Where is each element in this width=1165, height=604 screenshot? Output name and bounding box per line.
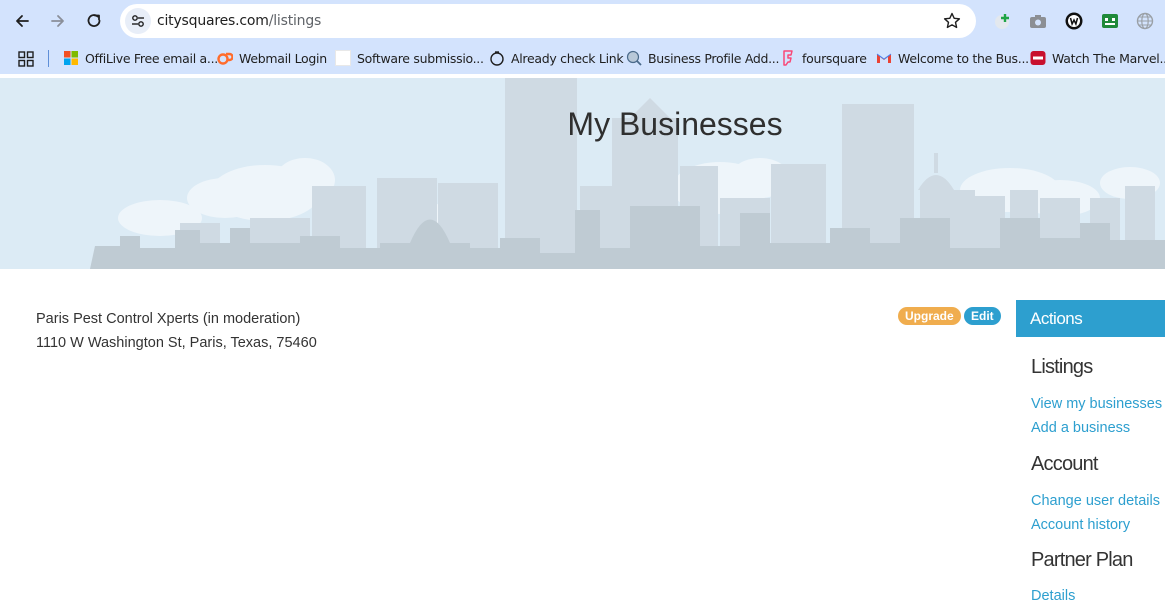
bookmark-watch-marvel[interactable]: Watch The Marvel...	[1030, 49, 1165, 67]
tune-icon	[132, 15, 144, 27]
bookmark-label: foursquare	[802, 50, 867, 66]
url-path: /listings	[268, 13, 322, 29]
bookmark-welcome-bus[interactable]: Welcome to the Bus...	[876, 49, 1029, 67]
bookmark-software-submission[interactable]: Software submissio...	[335, 49, 484, 67]
url-text[interactable]: citysquares.com/listings	[157, 13, 321, 29]
blank-page-icon	[335, 50, 351, 66]
site-info-button[interactable]	[125, 8, 151, 34]
browser-toolbar: citysquares.com/listings	[0, 0, 1165, 42]
extension-button[interactable]	[990, 9, 1014, 33]
bookmark-label: Software submissio...	[357, 50, 484, 66]
green-robot-icon	[1102, 14, 1118, 28]
microsoft-icon	[63, 50, 79, 66]
reload-icon	[87, 14, 101, 27]
add-a-business-link[interactable]: Add a business	[1031, 420, 1130, 436]
globe-icon	[1136, 12, 1154, 30]
url-host: citysquares.com	[157, 13, 269, 29]
arrow-left-icon	[16, 15, 29, 27]
bookmark-label: Business Profile Add...	[648, 50, 780, 66]
screenshot-extension-button[interactable]	[1026, 9, 1050, 33]
cpanel-icon	[217, 50, 233, 66]
page-title: My Businesses	[567, 106, 783, 142]
star-icon	[943, 12, 961, 29]
details-link[interactable]: Details	[1031, 588, 1075, 604]
forward-button[interactable]	[45, 8, 71, 34]
bookmark-webmail-login[interactable]: Webmail Login	[217, 49, 327, 67]
bookmark-label: Webmail Login	[239, 50, 327, 66]
camera-icon	[1030, 15, 1046, 28]
apps-grid-button[interactable]	[18, 51, 34, 72]
apps-grid-icon	[18, 51, 34, 67]
bookmark-business-profile[interactable]: Business Profile Add...	[626, 49, 779, 67]
bookmarks-bar: OffiLive Free email a... Webmail Login S…	[0, 42, 1165, 74]
account-history-link[interactable]: Account history	[1031, 517, 1130, 533]
change-user-details-link[interactable]: Change user details	[1031, 493, 1160, 509]
actions-header: Actions	[1016, 300, 1165, 337]
view-my-businesses-link[interactable]: View my businesses	[1031, 396, 1162, 412]
globe-extension-button[interactable]	[1133, 9, 1157, 33]
bookmark-label: OffiLive Free email a...	[85, 50, 218, 66]
edit-button[interactable]: Edit	[964, 307, 1001, 325]
bookmark-label: Welcome to the Bus...	[898, 50, 1029, 66]
back-button[interactable]	[9, 8, 35, 34]
bookmark-label: Already check Link	[511, 50, 624, 66]
hero-banner: My Businesses	[0, 78, 1165, 269]
listings-heading: Listings	[1031, 356, 1093, 378]
upgrade-button[interactable]: Upgrade	[898, 307, 961, 325]
globe-search-icon	[626, 50, 642, 66]
bookmark-star-button[interactable]	[942, 11, 962, 36]
w-logo-icon	[1065, 12, 1083, 30]
green-extension-button[interactable]	[1098, 9, 1122, 33]
business-address: 1110 W Washington St, Paris, Texas, 7546…	[36, 335, 317, 351]
bookmark-already-check-link[interactable]: Already check Link	[489, 49, 624, 67]
address-bar[interactable]: citysquares.com/listings	[120, 4, 976, 38]
gmail-icon	[876, 50, 892, 66]
foursquare-icon	[780, 50, 796, 66]
bookmark-foursquare[interactable]: foursquare	[780, 49, 867, 67]
bookmark-offilive[interactable]: OffiLive Free email a...	[63, 49, 218, 67]
partner-plan-heading: Partner Plan	[1031, 549, 1133, 571]
business-name: Paris Pest Control Xperts (in moderation…	[36, 311, 301, 327]
bookmark-label: Watch The Marvel...	[1052, 50, 1165, 66]
amc-icon	[1030, 50, 1046, 66]
reload-button[interactable]	[81, 8, 107, 34]
timer-icon	[489, 50, 505, 66]
bookmarks-divider	[48, 50, 49, 67]
w-extension-button[interactable]	[1062, 9, 1086, 33]
extension-plus-icon	[995, 14, 1009, 29]
arrow-right-icon	[51, 15, 64, 27]
account-heading: Account	[1031, 453, 1098, 475]
